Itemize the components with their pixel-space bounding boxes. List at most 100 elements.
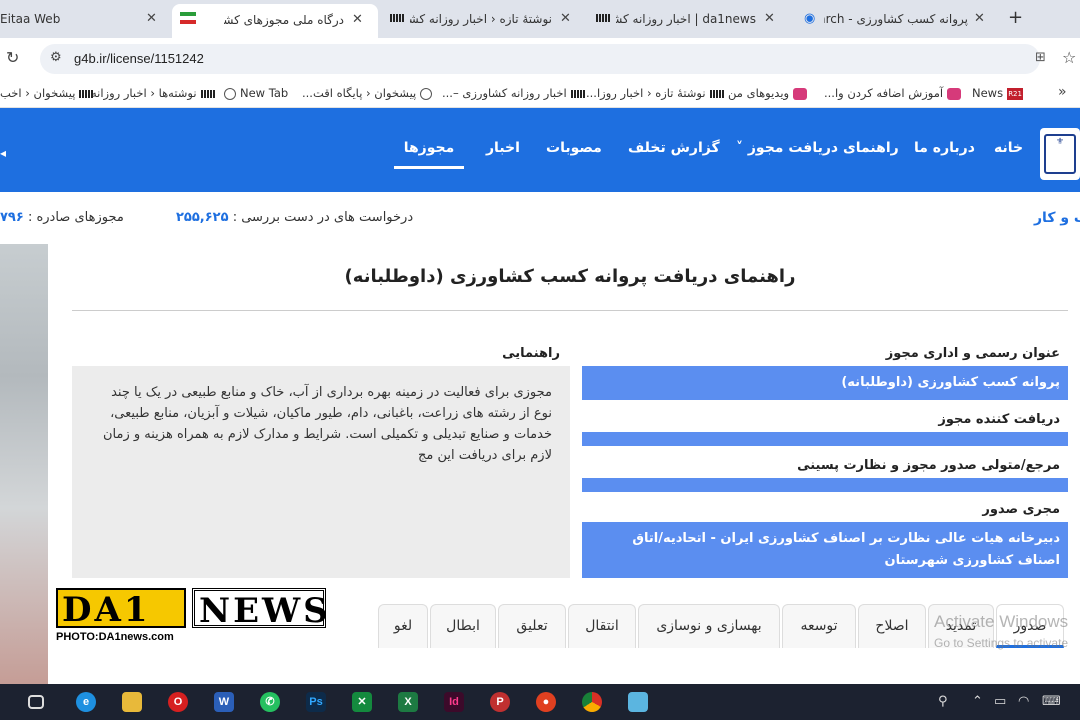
bookmark-item[interactable]: اخبار روزانه کشاورزی –... <box>442 86 585 100</box>
tab-suspend[interactable]: تعلیق <box>498 604 566 648</box>
user-icon[interactable]: ⚲ <box>938 694 948 709</box>
side-link[interactable]: کسب و کار <box>1034 210 1080 226</box>
da1news-icon <box>596 14 610 22</box>
nav-report-violation[interactable]: گزارش تخلف <box>628 140 720 156</box>
task-view-icon[interactable] <box>28 695 44 709</box>
nav-licenses[interactable]: مجوزها <box>394 140 464 169</box>
battery-icon[interactable]: ▭ <box>994 694 1006 709</box>
emblem-icon: ⚜ <box>1044 134 1076 174</box>
globe-icon <box>224 87 236 100</box>
site-settings-icon[interactable]: ⚙ <box>50 50 62 65</box>
tab-amend[interactable]: اصلاح <box>858 604 926 648</box>
site-logo[interactable]: ⚜ <box>1040 128 1080 180</box>
pdf-icon[interactable]: P <box>490 692 510 712</box>
sheets-icon[interactable]: ✕ <box>352 692 372 712</box>
tab-renovate[interactable]: بهسازی و نوسازی <box>638 604 780 648</box>
nav-about[interactable]: درباره ما <box>914 140 975 156</box>
field-value-issuer: دبیرخانه هیات عالی نظارت بر اصناف کشاورز… <box>582 522 1068 578</box>
site-header: ⚜ خانه درباره ما راهنمای دریافت مجوز ˅ گ… <box>0 108 1080 192</box>
da1news-watermark-logo: DA1 NEWS <box>56 588 328 631</box>
word-icon[interactable]: W <box>214 692 234 712</box>
bookmark-item[interactable]: نوشتهٔ تازه ‹ اخبار روزا... <box>586 86 724 100</box>
nav-news[interactable]: اخبار <box>486 140 520 156</box>
field-value-official-title: پروانه کسب کشاورزی (داوطلبانه) <box>582 366 1068 400</box>
iran-flag-icon <box>180 12 196 24</box>
pink-icon <box>793 87 808 100</box>
notes-icon[interactable] <box>628 692 648 712</box>
field-value-authority <box>582 478 1068 492</box>
tab-revoke[interactable]: ابطال <box>430 604 496 648</box>
bookmark-item[interactable]: New Tab <box>224 86 288 100</box>
explorer-icon[interactable] <box>122 692 142 712</box>
tab-title: نوشتهٔ تازه ‹ اخبار روزانه کشاورز <box>410 12 552 26</box>
tab-da1news-home[interactable]: ✕ da1news | اخبار روزانه کشاورزی <box>590 4 790 34</box>
watermark-part1: DA1 <box>56 588 186 630</box>
indesign-icon[interactable]: Id <box>444 692 464 712</box>
bookmark-item[interactable]: پیشخوان ‹ پایگاه اقت... <box>302 86 433 100</box>
nav-license-guide[interactable]: راهنمای دریافت مجوز ˅ <box>736 140 899 156</box>
lines-icon <box>200 89 215 98</box>
edge-icon[interactable]: e <box>76 692 96 712</box>
lines-icon <box>570 89 585 98</box>
whatsapp-icon[interactable]: ✆ <box>260 692 280 712</box>
tab-search[interactable]: ✕ پروانه کسب کشاورزی - Search ◉ <box>796 4 996 34</box>
field-label-issuer: مجری صدور <box>982 502 1060 517</box>
excel-icon[interactable]: X <box>398 692 418 712</box>
windows-activation-subtitle: Go to Settings to activate <box>934 636 1069 650</box>
background-image-strip <box>0 244 48 684</box>
da1news-icon <box>390 14 404 22</box>
opera-icon[interactable]: O <box>168 692 188 712</box>
watermark-part2: NEWS <box>192 588 328 631</box>
divider <box>72 310 1068 311</box>
tab-title: پروانه کسب کشاورزی - Search <box>824 12 968 26</box>
bookmark-item[interactable]: ویدیوهای من <box>728 86 808 100</box>
tab-cancel[interactable]: لغو <box>378 604 428 648</box>
photoshop-icon[interactable]: Ps <box>306 692 326 712</box>
close-icon[interactable]: ✕ <box>764 11 775 26</box>
bookmark-item[interactable]: نوشته‌ها ‹ اخبار روزانه... <box>80 86 215 100</box>
lines-icon <box>709 89 724 98</box>
translate-icon[interactable]: ⊞ <box>1035 50 1046 65</box>
issued-licenses-stat: مجوزهای صادره : ۷۹۶ <box>0 210 124 225</box>
guide-text: مجوزی برای فعالیت در زمینه بهره برداری ا… <box>72 366 570 578</box>
tab-eitaa[interactable]: Eitaa Web ✕ <box>0 4 168 34</box>
chrome-icon[interactable] <box>582 692 602 712</box>
globe-icon <box>420 87 433 100</box>
browser-tab-strip: Eitaa Web ✕ ✕ درگاه ملی مجوزهای کشور ✕ ن… <box>0 0 1080 38</box>
address-row: ↻ ⚙ g4b.ir/license/1151242 ⊞ ☆ <box>0 38 1080 80</box>
tab-transfer[interactable]: انتقال <box>568 604 636 648</box>
wifi-icon[interactable]: ◠ <box>1018 694 1029 709</box>
close-icon[interactable]: ✕ <box>974 11 985 26</box>
tab-title: Eitaa Web <box>0 12 61 26</box>
nav-home[interactable]: خانه <box>994 140 1023 156</box>
close-icon[interactable]: ✕ <box>560 11 571 26</box>
search-icon: ◉ <box>804 11 816 26</box>
chevron-up-icon[interactable]: ⌃ <box>972 694 983 709</box>
bookmark-star-icon[interactable]: ☆ <box>1062 48 1076 67</box>
new-tab-button[interactable]: + <box>1008 7 1023 28</box>
chevron-right-icon[interactable]: » <box>1058 84 1067 100</box>
url-text[interactable]: g4b.ir/license/1151242 <box>74 51 204 66</box>
bookmarks-bar: R21News آموزش اضافه کردن وا... ویدیوهای … <box>0 80 1080 108</box>
bookmark-item[interactable]: R21News <box>972 86 1024 100</box>
keyboard-icon[interactable]: ⌨ <box>1042 694 1061 709</box>
nav-resolutions[interactable]: مصوبات <box>546 140 602 156</box>
address-bar[interactable]: ⚙ g4b.ir/license/1151242 ⊞ <box>40 44 1046 74</box>
news-icon: R21 <box>1007 87 1024 100</box>
field-value-recipient <box>582 432 1068 446</box>
reload-icon[interactable]: ↻ <box>6 48 19 67</box>
pending-requests-stat: درخواست های در دست بررسی : ۲۵۵,۶۲۵ <box>176 210 414 225</box>
field-label-authority: مرجع/متولی صدور مجوز و نظارت پسینی <box>797 458 1060 473</box>
bookmark-item[interactable]: آموزش اضافه کردن وا... <box>824 86 962 100</box>
chevron-left-icon[interactable]: ◂ <box>0 146 6 160</box>
record-icon[interactable]: ● <box>536 692 556 712</box>
tab-da1news-new-post[interactable]: ✕ نوشتهٔ تازه ‹ اخبار روزانه کشاورز <box>384 4 586 34</box>
field-label-official-title: عنوان رسمی و اداری مجوز <box>885 346 1060 361</box>
tab-g4b[interactable]: ✕ درگاه ملی مجوزهای کشور <box>172 4 378 38</box>
watermark-caption: PHOTO:DA1news.com <box>56 631 174 643</box>
windows-activation-title: Activate Windows <box>934 612 1069 631</box>
close-icon[interactable]: ✕ <box>146 11 157 26</box>
close-icon[interactable]: ✕ <box>352 12 363 27</box>
tab-expand[interactable]: توسعه <box>782 604 856 648</box>
bookmark-item[interactable]: پیشخوان ‹ اخب <box>0 86 94 100</box>
